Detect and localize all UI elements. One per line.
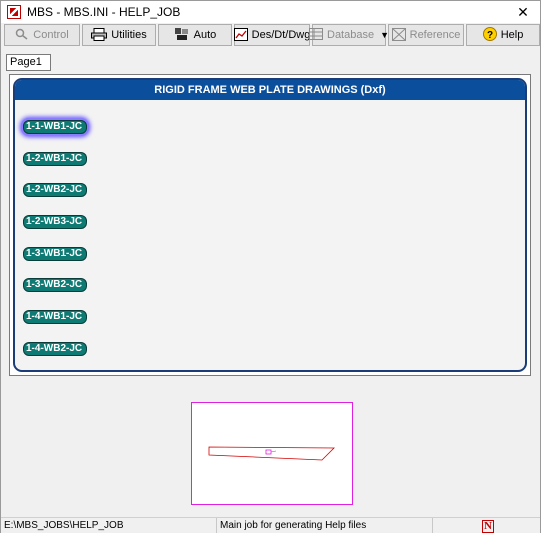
- toolbar: Control Utilities Auto Des/Dt/Dwg Databa…: [4, 24, 540, 46]
- app-icon: [7, 5, 21, 19]
- database-icon: [309, 28, 323, 42]
- printer-icon: [91, 27, 108, 43]
- drawing-button-1-3-wb2[interactable]: 1-3-WB2-JC: [23, 278, 87, 292]
- drawing-button-1-4-wb2[interactable]: 1-4-WB2-JC: [23, 342, 87, 356]
- help-icon: ?: [482, 27, 497, 43]
- reference-button[interactable]: Reference: [388, 24, 464, 46]
- drawing-button-1-2-wb3[interactable]: 1-2-WB3-JC: [23, 215, 87, 229]
- control-button[interactable]: Control: [4, 24, 80, 46]
- drawing-button-1-2-wb1[interactable]: 1-2-WB1-JC: [23, 152, 87, 166]
- drawing-preview: [191, 402, 353, 505]
- drawings-panel: RIGID FRAME WEB PLATE DRAWINGS (Dxf) 1-1…: [13, 78, 527, 372]
- utilities-button-label: Utilities: [111, 29, 147, 41]
- auto-button[interactable]: Auto: [158, 24, 232, 46]
- des-dt-dwg-button-label: Des/Dt/Dwg: [251, 29, 311, 41]
- reference-icon: [391, 27, 406, 43]
- status-logo: N: [433, 518, 540, 533]
- window-title: MBS - MBS.INI - HELP_JOB: [27, 5, 181, 19]
- title-bar: MBS - MBS.INI - HELP_JOB ✕: [1, 1, 540, 23]
- database-button[interactable]: Database ▼: [309, 24, 389, 46]
- auto-button-label: Auto: [193, 29, 217, 41]
- preview-marker-leader: [270, 450, 277, 453]
- chart-icon: [233, 27, 248, 43]
- preview-marker: [265, 449, 272, 455]
- control-button-label: Control: [33, 29, 69, 41]
- app-window: MBS - MBS.INI - HELP_JOB ✕ Control Utili…: [0, 0, 541, 533]
- logo-icon: N: [482, 519, 494, 533]
- utilities-button[interactable]: Utilities: [82, 24, 156, 46]
- drawings-panel-frame: RIGID FRAME WEB PLATE DRAWINGS (Dxf) 1-1…: [9, 74, 531, 376]
- status-description: Main job for generating Help files: [217, 518, 433, 533]
- reference-button-label: Reference: [409, 29, 461, 41]
- close-button[interactable]: ✕: [506, 1, 540, 23]
- control-icon: [15, 28, 29, 42]
- auto-icon: [174, 27, 190, 43]
- help-button[interactable]: ? Help: [466, 24, 540, 46]
- svg-text:?: ?: [487, 30, 493, 41]
- panel-title: RIGID FRAME WEB PLATE DRAWINGS (Dxf): [15, 80, 525, 100]
- preview-drawing: [208, 446, 335, 461]
- drawing-button-1-1-wb1[interactable]: 1-1-WB1-JC: [23, 120, 87, 134]
- des-dt-dwg-button[interactable]: Des/Dt/Dwg: [233, 24, 311, 46]
- drawing-button-1-2-wb2[interactable]: 1-2-WB2-JC: [23, 183, 87, 197]
- tab-page1[interactable]: Page1: [6, 54, 51, 71]
- drawing-button-1-4-wb1[interactable]: 1-4-WB1-JC: [23, 310, 87, 324]
- status-path: E:\MBS_JOBS\HELP_JOB: [1, 518, 217, 533]
- database-button-label: Database: [327, 29, 375, 41]
- web-plate-outline: [208, 446, 335, 461]
- status-bar: E:\MBS_JOBS\HELP_JOB Main job for genera…: [1, 517, 540, 533]
- help-button-label: Help: [500, 29, 524, 41]
- drawing-button-1-3-wb1[interactable]: 1-3-WB1-JC: [23, 247, 87, 261]
